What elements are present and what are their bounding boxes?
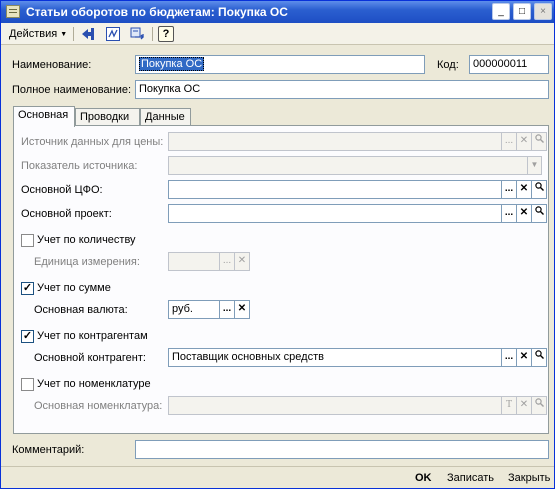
clear-icon[interactable]: ✕ [517,132,532,151]
search-icon[interactable] [532,204,547,223]
fullname-field[interactable]: Покупка ОС [135,80,549,99]
price-source-label: Источник данных для цены: [21,136,164,148]
currency-buttons: ... ✕ [220,300,250,319]
unit-field[interactable] [168,252,220,271]
by-quantity-label: Учет по количеству [37,234,136,246]
tab-postings[interactable]: Проводки [75,108,140,126]
clear-icon[interactable]: ✕ [517,204,532,223]
document-icon [6,5,20,18]
by-contractors-checkbox[interactable]: ✓ [21,330,34,343]
chevron-down-icon: ▼ [60,31,68,38]
toolbar-separator [73,27,74,41]
code-field[interactable]: 000000011 [469,55,549,74]
tab-panel-main: Источник данных для цены: ... ✕ Показате… [13,125,549,434]
toolbar: Действия ▼ ? [1,23,554,45]
select-button[interactable]: ... [502,132,517,151]
cfo-label: Основной ЦФО: [21,184,103,196]
search-icon[interactable] [532,132,547,151]
window-title: Статьи оборотов по бюджетам: Покупка ОС [26,5,288,19]
contractor-buttons: ... ✕ [502,348,547,367]
exchange-icon[interactable] [129,26,145,42]
by-sum-checkbox[interactable]: ✓ [21,282,34,295]
unit-label: Единица измерения: [34,256,140,268]
currency-label: Основная валюта: [34,304,128,316]
dialog-window: Статьи оборотов по бюджетам: Покупка ОС … [0,0,555,489]
actions-menu[interactable]: Действия ▼ [5,26,71,42]
close-button[interactable]: × [534,3,552,20]
project-buttons: ... ✕ [502,204,547,223]
clear-icon[interactable]: ✕ [235,252,250,271]
by-sum-label: Учет по сумме [37,282,111,294]
checkmark-icon: ✓ [22,330,33,342]
by-quantity-checkbox[interactable] [21,234,34,247]
fullname-label: Полное наименование: [12,84,132,96]
cfo-field[interactable] [168,180,502,199]
price-source-field[interactable] [168,132,502,151]
help-button[interactable]: ? [158,26,174,42]
comment-label: Комментарий: [12,444,85,456]
comment-field[interactable] [135,440,549,459]
select-button[interactable]: ... [502,204,517,223]
tab-data[interactable]: Данные [140,108,191,126]
type-icon[interactable]: T [502,396,517,415]
name-field-value: Покупка ОС [139,57,205,71]
save-button[interactable]: Записать [447,472,494,484]
search-icon[interactable] [532,348,547,367]
search-icon[interactable] [532,396,547,415]
toolbar-separator [152,27,153,41]
title-bar[interactable]: Статьи оборотов по бюджетам: Покупка ОС … [1,1,554,23]
function-icon[interactable] [105,26,121,42]
by-nomenclature-label: Учет по номенклатуре [37,378,151,390]
back-arrow-icon[interactable] [80,26,96,42]
by-nomenclature-checkbox[interactable] [21,378,34,391]
source-indicator-dropdown[interactable]: ▼ [527,156,542,175]
cfo-buttons: ... ✕ [502,180,547,199]
project-field[interactable] [168,204,502,223]
select-button[interactable]: ... [220,300,235,319]
select-button[interactable]: ... [502,348,517,367]
close-form-button[interactable]: Закрыть [508,472,550,484]
clear-icon[interactable]: ✕ [517,180,532,199]
name-label: Наименование: [12,59,92,71]
contractor-field[interactable]: Поставщик основных средств [168,348,502,367]
clear-icon[interactable]: ✕ [517,348,532,367]
minimize-button[interactable]: _ [492,3,510,20]
nomenclature-field[interactable] [168,396,502,415]
name-field[interactable]: Покупка ОС [135,55,425,74]
clear-icon[interactable]: ✕ [517,396,532,415]
actions-menu-label: Действия [9,28,58,40]
source-indicator-field[interactable] [168,156,532,175]
by-contractors-label: Учет по контрагентам [37,330,148,342]
contractor-label: Основной контрагент: [34,352,146,364]
project-label: Основной проект: [21,208,112,220]
currency-field[interactable]: руб. [168,300,220,319]
tab-main[interactable]: Основная [13,106,75,127]
clear-icon[interactable]: ✕ [235,300,250,319]
code-label: Код: [437,59,459,71]
chevron-down-icon[interactable]: ▼ [527,156,542,175]
price-source-buttons: ... ✕ [502,132,547,151]
unit-buttons: ... ✕ [220,252,250,271]
ok-button[interactable]: OK [415,472,432,484]
nomenclature-label: Основная номенклатура: [34,400,163,412]
source-indicator-label: Показатель источника: [21,160,138,172]
search-icon[interactable] [532,180,547,199]
nomenclature-buttons: T ✕ [502,396,547,415]
maximize-button[interactable]: □ [513,3,531,20]
select-button[interactable]: ... [502,180,517,199]
checkmark-icon: ✓ [22,282,33,294]
bottom-bar: OK Записать Закрыть [1,466,554,488]
select-button[interactable]: ... [220,252,235,271]
